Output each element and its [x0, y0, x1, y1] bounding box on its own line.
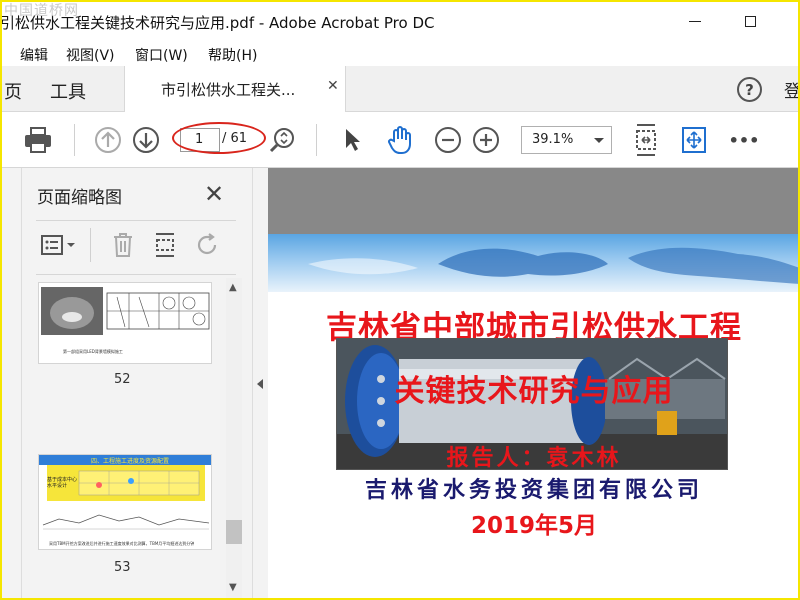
slide-title-line2: 关键技术研究与应用 — [394, 374, 674, 409]
title-bar: 引松供水工程关键技术研究与应用.pdf - Adobe Acrobat Pro … — [0, 0, 800, 42]
document-tab-label: 市引松供水工程关... — [161, 81, 296, 99]
arrow-down-circle-icon — [133, 127, 159, 153]
collapse-panel-icon[interactable] — [257, 379, 263, 389]
slide-header-banner — [268, 234, 800, 292]
panel-divider — [36, 220, 236, 221]
scroll-up-icon[interactable]: ▲ — [229, 282, 237, 293]
thumbnail-panel-title: 页面缩略图 — [37, 188, 122, 208]
main-toolbar: 1 / 61 39.1% ••• — [0, 112, 800, 168]
fit-page-icon — [636, 124, 656, 156]
plus-circle-icon — [473, 127, 499, 153]
tab-bar: 页 工具 市引松供水工程关... ✕ ? 登 — [0, 66, 800, 112]
zoom-page-button[interactable] — [264, 122, 300, 158]
annotation-highlight-oval — [172, 122, 266, 154]
fit-page-button[interactable] — [628, 122, 664, 158]
toolbar-separator — [74, 124, 75, 156]
login-button[interactable]: 登 — [784, 77, 800, 102]
page-53-caption: 采用TBM开挖方案改进后并进行施工速度效果对比测算，TBM月平均掘进达到分钟 — [49, 541, 195, 546]
thumbnail-scrollbar[interactable] — [226, 278, 242, 600]
scroll-down-icon[interactable]: ▼ — [229, 582, 237, 593]
menu-help[interactable]: 帮助(H) — [208, 45, 257, 65]
rotate-page-button[interactable] — [192, 230, 222, 260]
zoom-value: 39.1% — [532, 132, 574, 147]
hand-tool-button[interactable] — [382, 122, 418, 158]
zoom-in-button[interactable] — [468, 122, 504, 158]
chevron-down-icon — [594, 138, 604, 143]
thumbnail-panel: 页面缩略图 ✕ 第一部组采用LED背景墙模拟施工 52 四、工程施工进度及资源配… — [22, 168, 252, 600]
toolbar-separator — [316, 124, 317, 156]
more-tools-button[interactable]: ••• — [726, 122, 762, 158]
page-53-preview — [39, 455, 211, 549]
tab-home[interactable]: 页 — [4, 78, 22, 104]
panel-divider — [36, 274, 236, 275]
minus-circle-icon — [435, 127, 461, 153]
list-options-icon — [41, 235, 75, 255]
select-tool-button[interactable] — [334, 122, 370, 158]
panel-splitter[interactable] — [252, 168, 268, 600]
thumbnail-page-52[interactable]: 第一部组采用LED背景墙模拟施工 — [38, 282, 212, 364]
maximize-icon — [744, 15, 756, 27]
scroll-mode-icon — [682, 127, 706, 153]
page-53-banner: 四、工程施工进度及资源配置 — [91, 458, 170, 465]
page-number-label: 52 — [114, 372, 131, 387]
slide-organization: 吉林省水务投资集团有限公司 — [364, 477, 703, 503]
page-split-icon — [156, 233, 174, 257]
cursor-arrow-icon — [346, 129, 360, 151]
menu-view[interactable]: 视图(V) — [66, 45, 115, 65]
page-53-side-label: 基于成本中心水平设计 — [47, 477, 78, 489]
maximize-button[interactable] — [735, 8, 765, 34]
scrollbar-thumb[interactable] — [226, 520, 242, 544]
help-icon[interactable]: ? — [737, 77, 762, 102]
print-button[interactable] — [20, 122, 56, 158]
next-page-button[interactable] — [128, 122, 164, 158]
zoom-search-icon — [269, 128, 294, 153]
thumbnail-options-button[interactable] — [36, 230, 80, 260]
menu-edit[interactable]: 编辑 — [20, 45, 48, 65]
page-number-label: 53 — [114, 560, 131, 575]
previous-page-button[interactable] — [90, 122, 126, 158]
menu-bar: 编辑 视图(V) 窗口(W) 帮助(H) — [0, 42, 800, 66]
slide-reporter: 报告人：袁木林 — [446, 445, 622, 471]
hand-icon — [388, 126, 411, 154]
site-watermark: 中国道桥网 — [4, 3, 79, 19]
panel-separator — [90, 228, 91, 262]
zoom-out-button[interactable] — [430, 122, 466, 158]
pdf-page: 吉林省中部城市引松供水工程 关键技术研究与应用 报告人：袁木林 吉林省水务投资集… — [268, 234, 800, 600]
page-52-caption: 第一部组采用LED背景墙模拟施工 — [63, 349, 123, 354]
document-view[interactable]: 吉林省中部城市引松供水工程 关键技术研究与应用 报告人：袁木林 吉林省水务投资集… — [268, 168, 800, 600]
extract-page-button[interactable] — [150, 230, 180, 260]
minimize-button[interactable] — [680, 8, 710, 34]
thumbnail-page-53[interactable]: 四、工程施工进度及资源配置 基于成本中心水平设计 采用TBM开挖方案改进后并进行… — [38, 454, 212, 550]
close-panel-icon[interactable]: ✕ — [204, 180, 224, 208]
world-map-graphic — [308, 247, 800, 284]
rotate-icon — [197, 233, 217, 255]
menu-window[interactable]: 窗口(W) — [135, 45, 188, 65]
trash-icon — [114, 233, 132, 257]
slide-date: 2019年5月 — [470, 513, 598, 539]
zoom-select[interactable]: 39.1% — [521, 126, 612, 154]
tab-document[interactable]: 市引松供水工程关... ✕ — [124, 66, 346, 112]
tab-tools[interactable]: 工具 — [50, 78, 86, 104]
close-tab-icon[interactable]: ✕ — [327, 78, 339, 94]
arrow-up-circle-icon — [95, 127, 121, 153]
minimize-icon — [689, 20, 701, 22]
delete-page-button[interactable] — [108, 230, 138, 260]
printer-icon — [25, 127, 51, 153]
rotate-view-button[interactable] — [676, 122, 712, 158]
left-nav-strip — [0, 168, 22, 600]
